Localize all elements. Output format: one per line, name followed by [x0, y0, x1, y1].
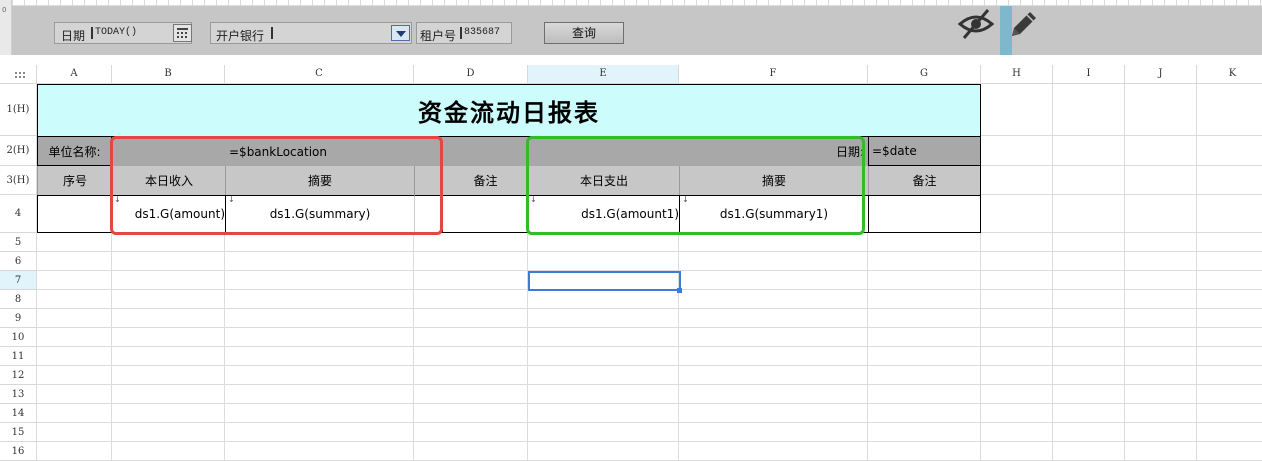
account-input[interactable]: 835687: [460, 25, 510, 41]
row-header-1[interactable]: 1(H): [0, 84, 37, 136]
cell-seq[interactable]: [37, 195, 112, 233]
date-param-group: 日期 TODAY(): [54, 22, 192, 44]
gridline-horizontal: [37, 327, 1262, 328]
column-header-i[interactable]: I: [1053, 65, 1125, 84]
bank-label: 开户银行: [216, 29, 265, 43]
column-header-e[interactable]: E: [528, 65, 679, 84]
gridline-horizontal: [37, 251, 1262, 252]
gridline-vertical: [1052, 84, 1053, 461]
column-header-g[interactable]: G: [868, 65, 981, 84]
account-label: 租户号: [420, 29, 457, 43]
gridline-horizontal: [37, 422, 1262, 423]
gridline-horizontal: [37, 308, 1262, 309]
gridline-vertical: [1124, 84, 1125, 461]
gridline-vertical: [1196, 84, 1197, 461]
date-label: 日期: [61, 29, 86, 43]
column-header-c[interactable]: C: [225, 65, 414, 84]
gridline-horizontal: [37, 365, 1262, 366]
column-header-j[interactable]: J: [1125, 65, 1197, 84]
gridline-horizontal: [37, 384, 1262, 385]
calendar-icon[interactable]: [173, 24, 192, 42]
cell-remark-2[interactable]: [868, 195, 981, 233]
parameter-toolbar: 0 日期 TODAY() 开户银行 租户号 835687 查询: [0, 0, 1262, 62]
column-header-d[interactable]: D: [414, 65, 528, 84]
gridline-horizontal: [37, 346, 1262, 347]
row-header-11[interactable]: 11: [0, 347, 37, 366]
dropdown-arrow-icon[interactable]: [391, 25, 410, 41]
account-param-group: 租户号 835687: [416, 22, 512, 44]
row-header-14[interactable]: 14: [0, 404, 37, 423]
row-header-2[interactable]: 2(H): [0, 136, 37, 166]
report-title[interactable]: 资金流动日报表: [37, 84, 981, 136]
bank-select[interactable]: [271, 25, 389, 41]
row-header-3[interactable]: 3(H): [0, 166, 37, 195]
row-header-13[interactable]: 13: [0, 385, 37, 404]
column-header-k[interactable]: K: [1197, 65, 1262, 84]
column-header-f[interactable]: F: [679, 65, 868, 84]
cell-remark[interactable]: [442, 195, 528, 233]
header-remark[interactable]: 备注: [442, 166, 528, 195]
edit-pencil-icon[interactable]: [1006, 8, 1040, 42]
active-cell-selection[interactable]: [528, 271, 681, 291]
select-all-icon[interactable]: [0, 65, 37, 84]
row-header-12[interactable]: 12: [0, 366, 37, 385]
expense-highlight-box: [526, 136, 865, 235]
row-header-7[interactable]: 7: [0, 271, 37, 290]
row-header-5[interactable]: 5: [0, 233, 37, 252]
header-seq[interactable]: 序号: [37, 166, 112, 195]
gridline-horizontal: [37, 441, 1262, 442]
query-button[interactable]: 查询: [544, 22, 624, 44]
header-remark-2[interactable]: 备注: [868, 166, 981, 195]
unit-name-label[interactable]: 单位名称:: [37, 136, 112, 166]
spreadsheet-grid: ABCDEFGHIJK 1(H) 2(H) 3(H) 4 5 6 7 8 9 10 11 12 13 14…: [0, 62, 1262, 461]
date-formula-cell[interactable]: =$date: [868, 136, 981, 166]
row-header-10[interactable]: 10: [0, 328, 37, 347]
column-header-b[interactable]: B: [112, 65, 225, 84]
column-header-a[interactable]: A: [37, 65, 112, 84]
column-header-h[interactable]: H: [981, 65, 1053, 84]
date-input[interactable]: TODAY(): [91, 25, 171, 41]
row-header-8[interactable]: 8: [0, 290, 37, 309]
hide-icon[interactable]: [956, 6, 996, 42]
ruler-zero-label: 0: [2, 6, 7, 14]
fill-handle[interactable]: [677, 288, 682, 293]
row-header-4[interactable]: 4: [0, 195, 37, 233]
income-highlight-box: [110, 136, 443, 235]
gridline-horizontal: [37, 403, 1262, 404]
row-header-16[interactable]: 16: [0, 442, 37, 461]
row-header-6[interactable]: 6: [0, 252, 37, 271]
row-header-9[interactable]: 9: [0, 309, 37, 328]
row-header-15[interactable]: 15: [0, 423, 37, 442]
parameter-panel: 日期 TODAY() 开户银行 租户号 835687 查询: [12, 6, 1262, 55]
ruler-left: 0: [0, 0, 12, 55]
bank-param-group: 开户银行: [210, 22, 412, 44]
